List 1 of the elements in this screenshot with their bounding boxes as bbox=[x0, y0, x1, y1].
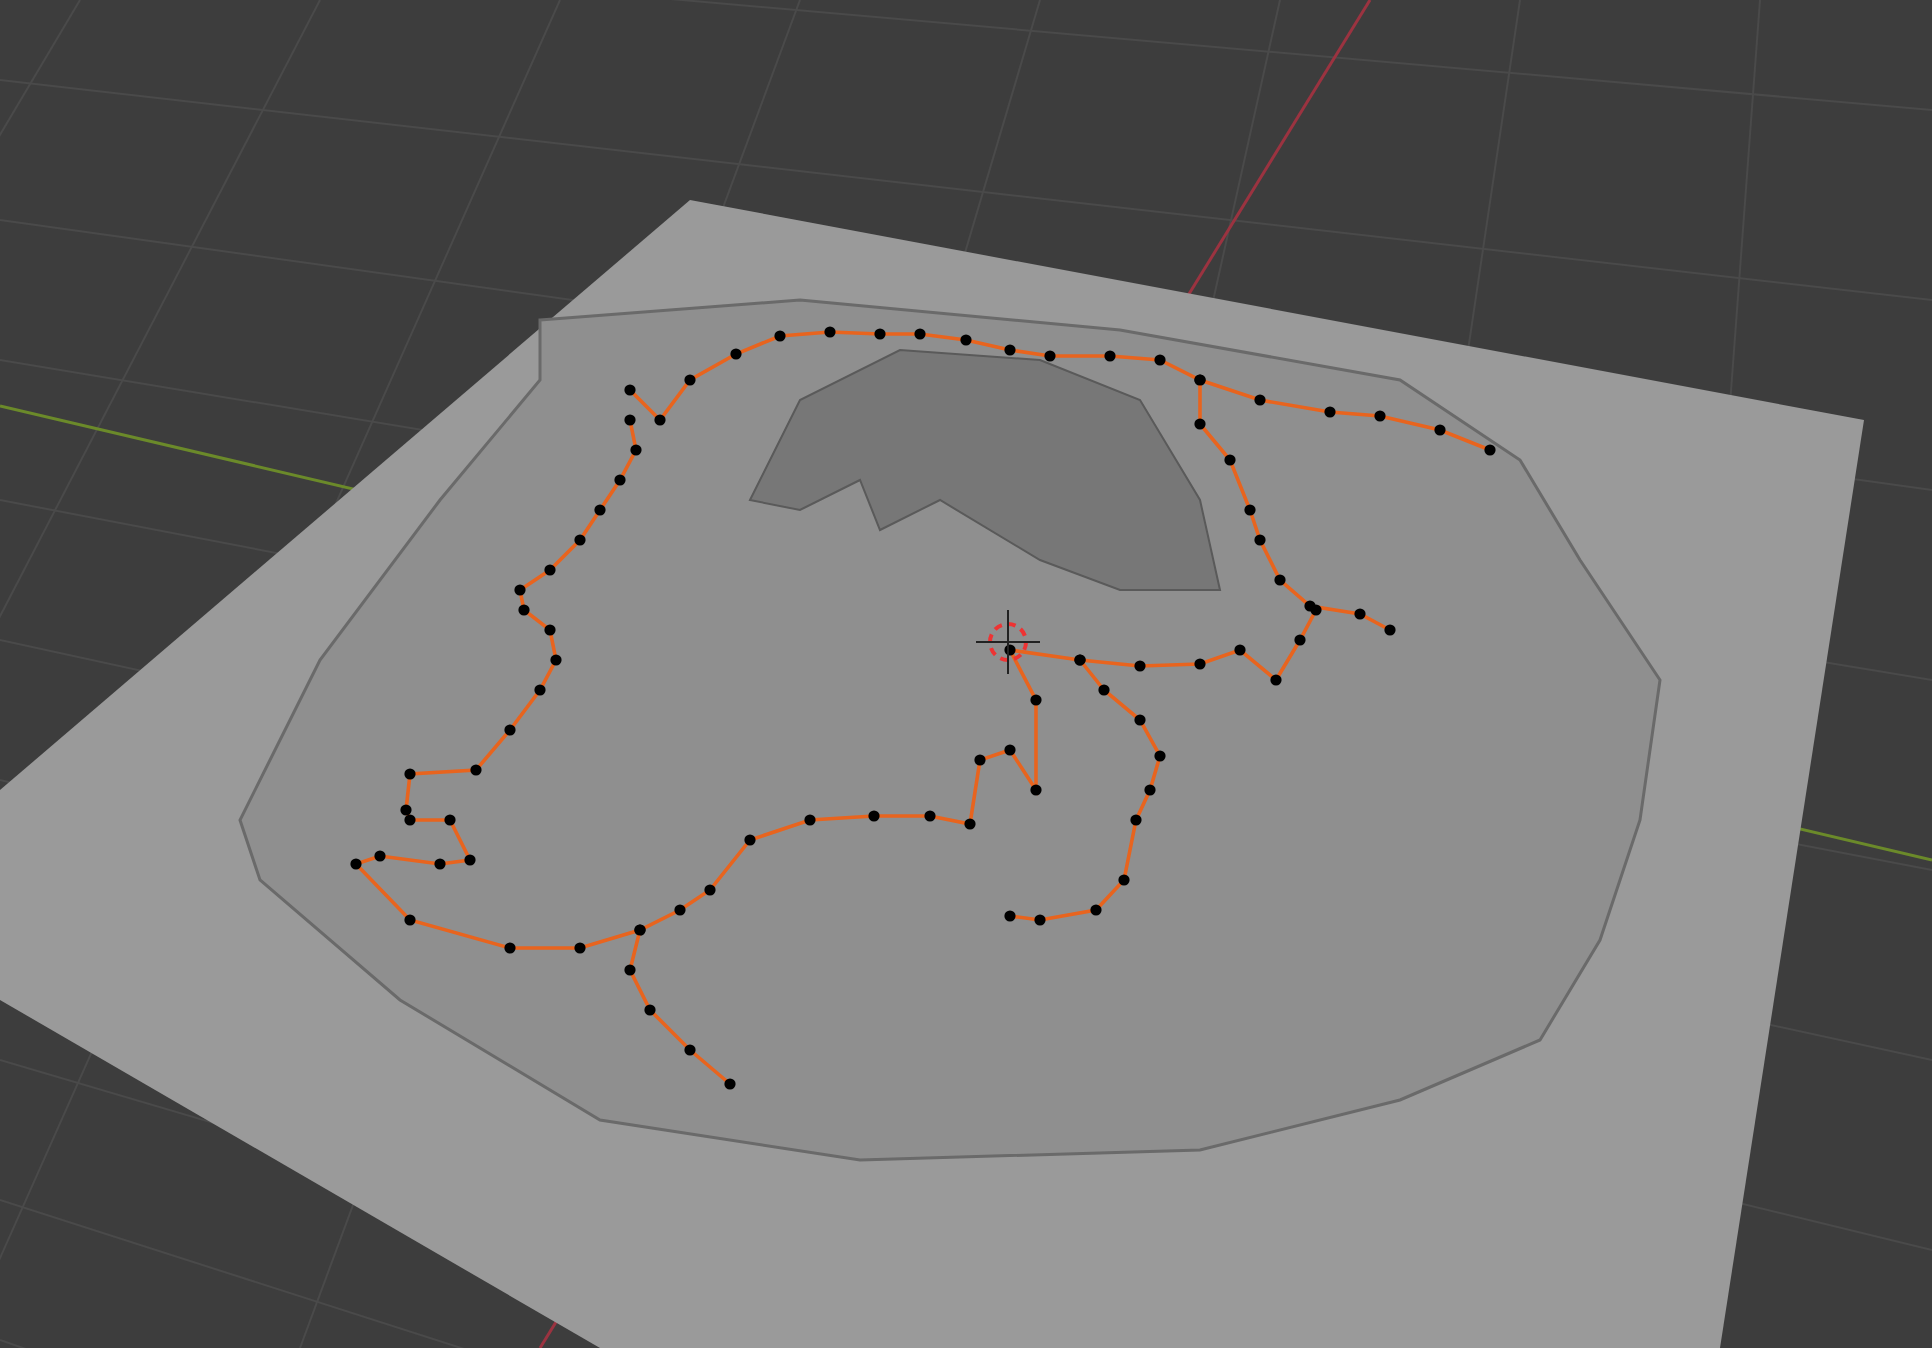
3d-cursor-icon[interactable] bbox=[975, 609, 1041, 675]
